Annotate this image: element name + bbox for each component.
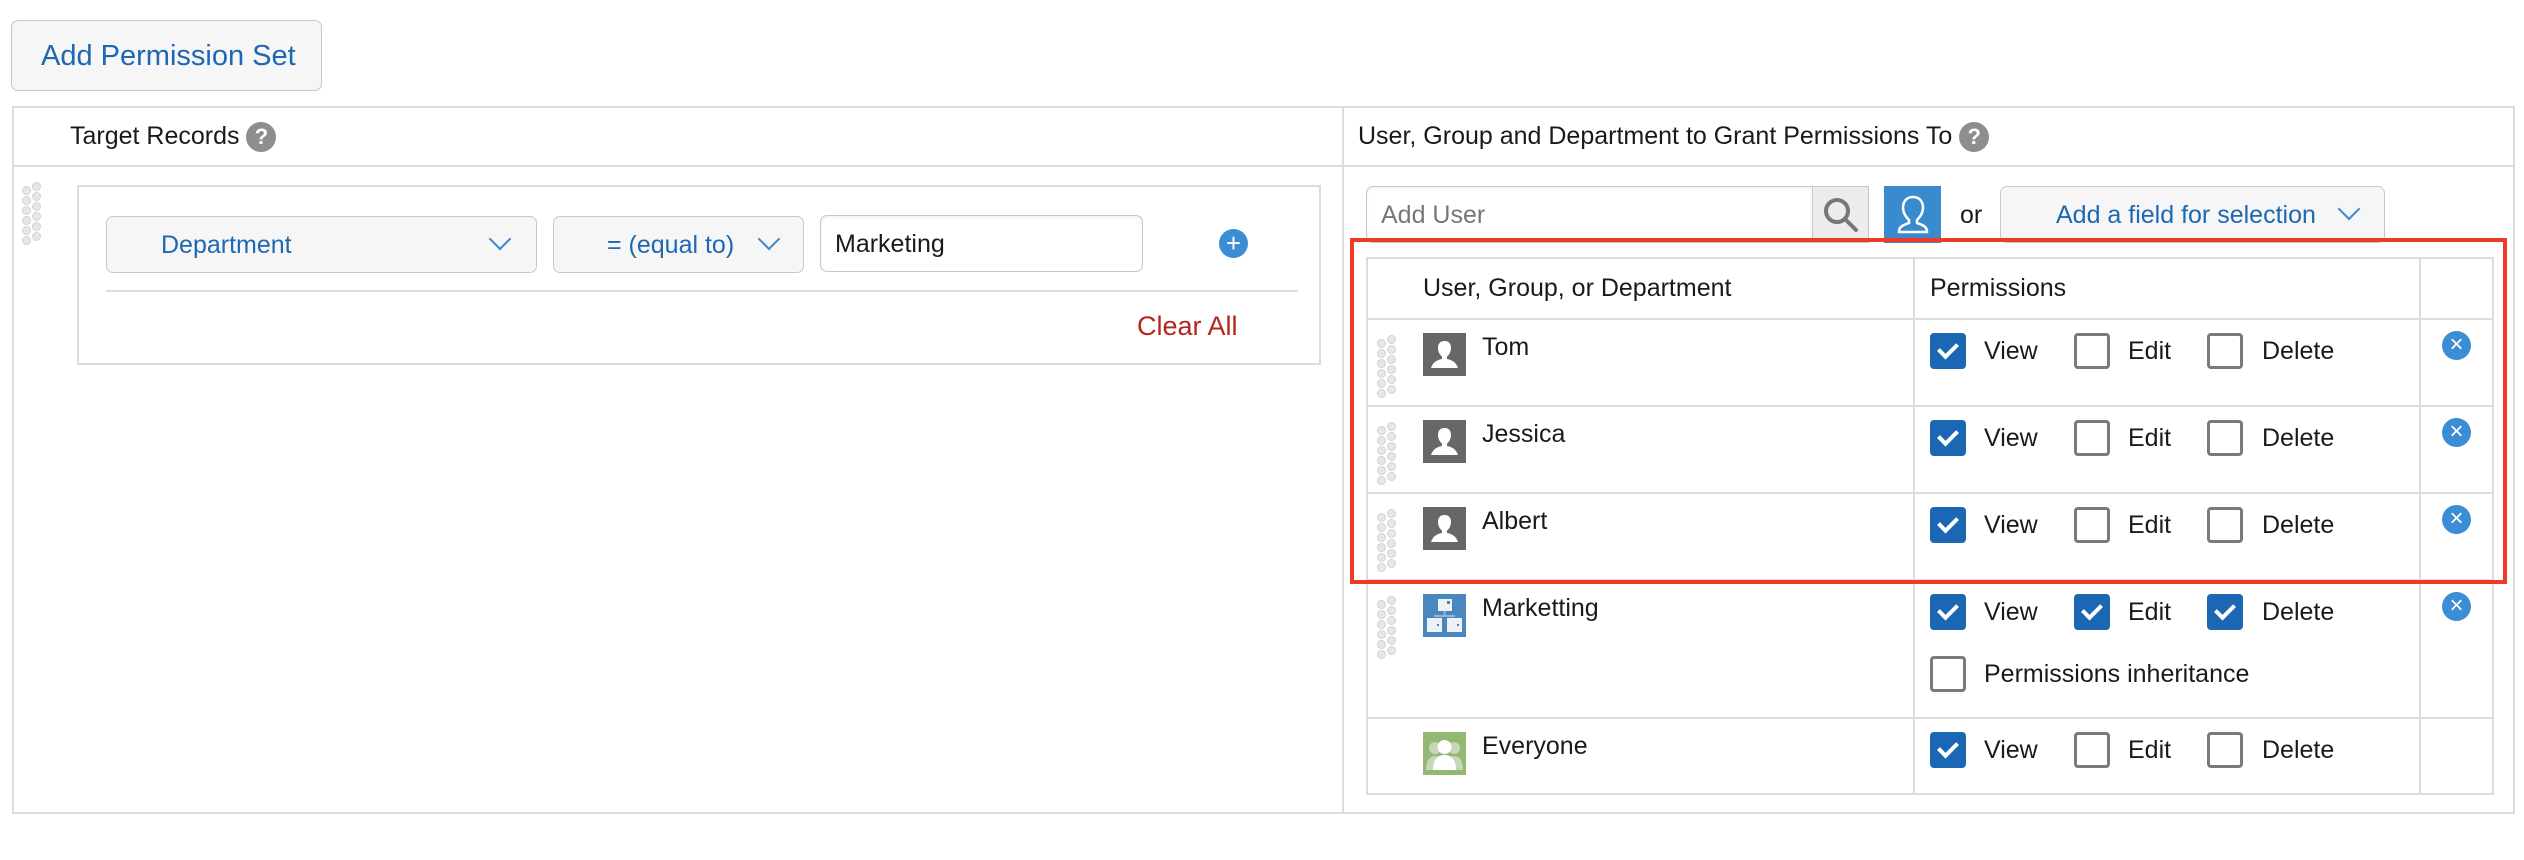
group-avatar-icon	[1423, 732, 1466, 775]
add-user-placeholder: Add User	[1381, 201, 1486, 229]
header-divider	[12, 165, 2515, 167]
grant-permissions-label: User, Group and Department to Grant Perm…	[1358, 122, 1953, 150]
delete-label: Delete	[2262, 598, 2335, 626]
add-field-select[interactable]: Add a field for selection	[2000, 186, 2385, 243]
filter-divider	[106, 290, 1298, 292]
chevron-down-icon	[2337, 197, 2361, 221]
inheritance-label: Permissions inheritance	[1984, 660, 2250, 688]
edit-checkbox[interactable]	[2074, 732, 2110, 768]
filter-field-select[interactable]: Department	[106, 216, 537, 273]
view-checkbox[interactable]	[1930, 732, 1966, 768]
inheritance-checkbox[interactable]	[1930, 656, 1966, 692]
panel-divider	[1342, 106, 1344, 814]
drag-handle-icon[interactable]	[1377, 596, 1397, 659]
user-icon	[1897, 195, 1929, 234]
search-button[interactable]	[1812, 186, 1869, 243]
delete-checkbox[interactable]	[2207, 594, 2243, 630]
view-label: View	[1984, 598, 2038, 626]
highlight-box	[1350, 238, 2507, 584]
edit-label: Edit	[2128, 736, 2172, 764]
chevron-down-icon	[757, 227, 781, 251]
filter-field-value: Department	[161, 231, 292, 259]
remove-icon[interactable]: ×	[2442, 592, 2471, 621]
add-permission-set-label: Add Permission Set	[41, 40, 296, 72]
plus-icon: +	[1225, 228, 1242, 258]
help-icon[interactable]: ?	[246, 122, 277, 153]
delete-checkbox[interactable]	[2207, 732, 2243, 768]
add-user-input[interactable]: Add User	[1366, 186, 1812, 243]
help-icon[interactable]: ?	[1959, 122, 1990, 153]
filter-operator-select[interactable]: = (equal to)	[553, 216, 804, 273]
edit-checkbox[interactable]	[2074, 594, 2110, 630]
edit-label: Edit	[2128, 598, 2172, 626]
filter-box	[77, 185, 1321, 365]
row-divider	[1366, 717, 2494, 719]
drag-handle-icon[interactable]	[22, 182, 42, 245]
view-checkbox[interactable]	[1930, 594, 1966, 630]
department-avatar-icon	[1423, 594, 1466, 637]
view-label: View	[1984, 736, 2038, 764]
filter-operator-value: = (equal to)	[607, 231, 735, 259]
clear-all-link[interactable]: Clear All	[1137, 308, 1238, 344]
target-records-label: Target Records	[70, 122, 240, 150]
delete-label: Delete	[2262, 736, 2335, 764]
add-field-label: Add a field for selection	[2056, 201, 2316, 229]
or-label: or	[1960, 201, 1983, 229]
add-permission-set-button[interactable]: Add Permission Set	[11, 20, 322, 91]
grant-permissions-title: User, Group and Department to Grant Perm…	[1358, 118, 1990, 154]
user-picker-button[interactable]	[1884, 186, 1941, 243]
entity-name: Marketting	[1482, 594, 1599, 622]
add-condition-button[interactable]: +	[1219, 229, 1248, 258]
target-records-title: Target Records ?	[70, 118, 277, 154]
filter-value-text: Marketing	[835, 230, 945, 258]
search-icon	[1824, 198, 1858, 232]
chevron-down-icon	[488, 227, 512, 251]
entity-name: Everyone	[1482, 732, 1588, 760]
filter-value-input[interactable]: Marketing	[820, 215, 1143, 272]
